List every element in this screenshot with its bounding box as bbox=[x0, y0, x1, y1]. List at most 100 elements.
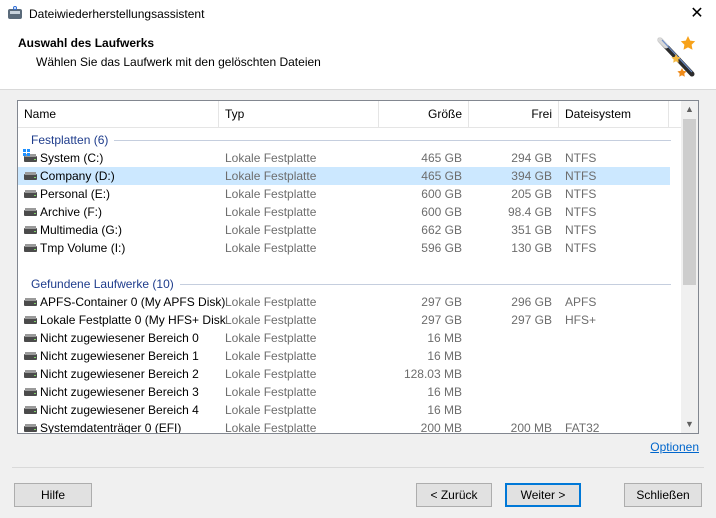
drive-free bbox=[470, 383, 552, 401]
drive-filesystem bbox=[565, 383, 665, 401]
drive-size: 596 GB bbox=[421, 241, 462, 255]
hard-drive-icon bbox=[24, 424, 37, 432]
drive-type: Lokale Festplatte bbox=[225, 295, 317, 309]
drive-free: 297 GB bbox=[511, 313, 552, 327]
table-row[interactable]: Multimedia (G:) Lokale Festplatte 662 GB 35… bbox=[18, 221, 670, 239]
drive-size: 465 GB bbox=[421, 151, 462, 165]
table-row[interactable]: System (C:) Lokale Festplatte 465 GB 294 GB… bbox=[18, 149, 670, 167]
drive-free bbox=[470, 365, 552, 383]
drive-name: Lokale Festplatte 0 (My HFS+ Disk) bbox=[40, 313, 226, 327]
drive-free: 294 GB bbox=[511, 151, 552, 165]
drive-size: 200 MB bbox=[420, 421, 462, 434]
drive-free: 351 GB bbox=[511, 223, 552, 237]
hard-drive-icon bbox=[24, 352, 37, 360]
table-row[interactable]: APFS-Container 0 (My APFS Disk) Lokale Fe… bbox=[18, 293, 670, 311]
drive-size: 662 GB bbox=[421, 223, 462, 237]
column-free[interactable]: Frei bbox=[469, 101, 559, 128]
table-row[interactable]: Systemdatenträger 0 (EFI) Lokale Festplat… bbox=[18, 419, 670, 434]
table-row[interactable]: Company (D:) Lokale Festplatte 465 GB 394 G… bbox=[18, 167, 670, 185]
drive-type: Lokale Festplatte bbox=[225, 385, 317, 399]
column-filesystem[interactable]: Dateisystem bbox=[559, 101, 669, 128]
group-divider bbox=[31, 140, 671, 141]
footer-separator bbox=[12, 467, 704, 468]
drive-free: 98.4 GB bbox=[507, 205, 552, 219]
drive-free bbox=[470, 347, 552, 365]
drive-size: 465 GB bbox=[421, 169, 462, 183]
hard-drive-icon bbox=[24, 334, 37, 342]
drive-size: 297 GB bbox=[421, 313, 462, 327]
drive-size: 16 MB bbox=[427, 331, 462, 345]
hard-drive-icon bbox=[24, 316, 37, 324]
drive-list[interactable]: Name Typ Größe Frei Dateisystem Festplat… bbox=[17, 100, 699, 434]
drive-name: System (C:) bbox=[40, 151, 104, 165]
drive-type: Lokale Festplatte bbox=[225, 367, 317, 381]
drive-size: 297 GB bbox=[421, 295, 462, 309]
drive-type: Lokale Festplatte bbox=[225, 403, 317, 417]
drive-size: 600 GB bbox=[421, 187, 462, 201]
close-window-button[interactable]: ✕ bbox=[687, 4, 707, 24]
table-row[interactable]: Nicht zugewiesener Bereich 1 Lokale Festp… bbox=[18, 347, 670, 365]
drive-free: 205 GB bbox=[511, 187, 552, 201]
table-row[interactable]: Personal (E:) Lokale Festplatte 600 GB 205 … bbox=[18, 185, 670, 203]
window-title: Dateiwiederherstellungsassistent bbox=[29, 6, 205, 21]
next-button[interactable]: Weiter > bbox=[505, 483, 581, 507]
drive-name: Multimedia (G:) bbox=[40, 223, 123, 237]
table-row[interactable]: Nicht zugewiesener Bereich 2 Lokale Festp… bbox=[18, 365, 670, 383]
page-subtitle: Wählen Sie das Laufwerk mit den gelöscht… bbox=[36, 55, 321, 69]
magic-wand-icon bbox=[657, 36, 696, 77]
drive-free bbox=[470, 329, 552, 347]
drive-name: Company (D:) bbox=[40, 169, 115, 183]
drive-filesystem bbox=[565, 329, 665, 347]
drive-filesystem: NTFS bbox=[565, 205, 597, 219]
group-header: Gefundene Laufwerke (10) bbox=[18, 275, 681, 293]
scrollbar-thumb[interactable] bbox=[683, 119, 696, 285]
column-size[interactable]: Größe bbox=[379, 101, 469, 128]
drive-free: 130 GB bbox=[511, 241, 552, 255]
drive-filesystem bbox=[565, 347, 665, 365]
table-row[interactable]: Nicht zugewiesener Bereich 3 Lokale Festp… bbox=[18, 383, 670, 401]
drive-type: Lokale Festplatte bbox=[225, 151, 317, 165]
drive-size: 600 GB bbox=[421, 205, 462, 219]
group-label: Festplatten (6) bbox=[31, 133, 115, 147]
drive-size: 128.03 MB bbox=[403, 367, 462, 381]
drive-name: Nicht zugewiesener Bereich 1 bbox=[40, 349, 199, 363]
drive-free: 296 GB bbox=[511, 295, 552, 309]
drive-type: Lokale Festplatte bbox=[225, 313, 317, 327]
help-button[interactable]: Hilfe bbox=[14, 483, 92, 507]
options-link[interactable]: Optionen bbox=[650, 440, 699, 454]
hard-drive-icon bbox=[24, 172, 37, 180]
drive-type: Lokale Festplatte bbox=[225, 169, 317, 183]
windows-drive-icon bbox=[23, 149, 37, 162]
hard-drive-icon bbox=[24, 226, 37, 234]
drive-type: Lokale Festplatte bbox=[225, 187, 317, 201]
back-button[interactable]: < Zurück bbox=[416, 483, 492, 507]
column-type[interactable]: Typ bbox=[219, 101, 379, 128]
drive-size: 16 MB bbox=[427, 349, 462, 363]
drive-filesystem: FAT32 bbox=[565, 421, 600, 434]
drive-name: APFS-Container 0 (My APFS Disk) bbox=[40, 295, 226, 309]
table-row[interactable]: Lokale Festplatte 0 (My HFS+ Disk) Lokale… bbox=[18, 311, 670, 329]
drive-filesystem: NTFS bbox=[565, 187, 597, 201]
group-label: Gefundene Laufwerke (10) bbox=[31, 277, 180, 291]
table-row[interactable]: Nicht zugewiesener Bereich 0 Lokale Festp… bbox=[18, 329, 670, 347]
hard-drive-icon bbox=[24, 208, 37, 216]
drive-name: Nicht zugewiesener Bereich 3 bbox=[40, 385, 199, 399]
drive-type: Lokale Festplatte bbox=[225, 241, 317, 255]
scroll-down-arrow-icon[interactable]: ▼ bbox=[681, 416, 698, 433]
drive-name: Nicht zugewiesener Bereich 4 bbox=[40, 403, 199, 417]
close-button[interactable]: Schließen bbox=[624, 483, 702, 507]
wizard-header: Auswahl des Laufwerks Wählen Sie das Lau… bbox=[0, 28, 716, 90]
table-row[interactable]: Nicht zugewiesener Bereich 4 Lokale Festp… bbox=[18, 401, 670, 419]
scroll-up-arrow-icon[interactable]: ▲ bbox=[681, 101, 698, 118]
table-row[interactable]: Archive (F:) Lokale Festplatte 600 GB 98.4 … bbox=[18, 203, 670, 221]
drive-name: Personal (E:) bbox=[40, 187, 111, 201]
drive-filesystem: NTFS bbox=[565, 151, 597, 165]
hard-drive-icon bbox=[24, 244, 37, 252]
drive-filesystem bbox=[565, 365, 665, 383]
drive-filesystem bbox=[565, 401, 665, 419]
drive-filesystem: APFS bbox=[565, 295, 597, 309]
column-name[interactable]: Name bbox=[18, 101, 219, 128]
table-row[interactable]: Tmp Volume (I:) Lokale Festplatte 596 GB 13… bbox=[18, 239, 670, 257]
vertical-scrollbar[interactable]: ▲ ▼ bbox=[681, 101, 698, 433]
drive-filesystem: NTFS bbox=[565, 169, 597, 183]
